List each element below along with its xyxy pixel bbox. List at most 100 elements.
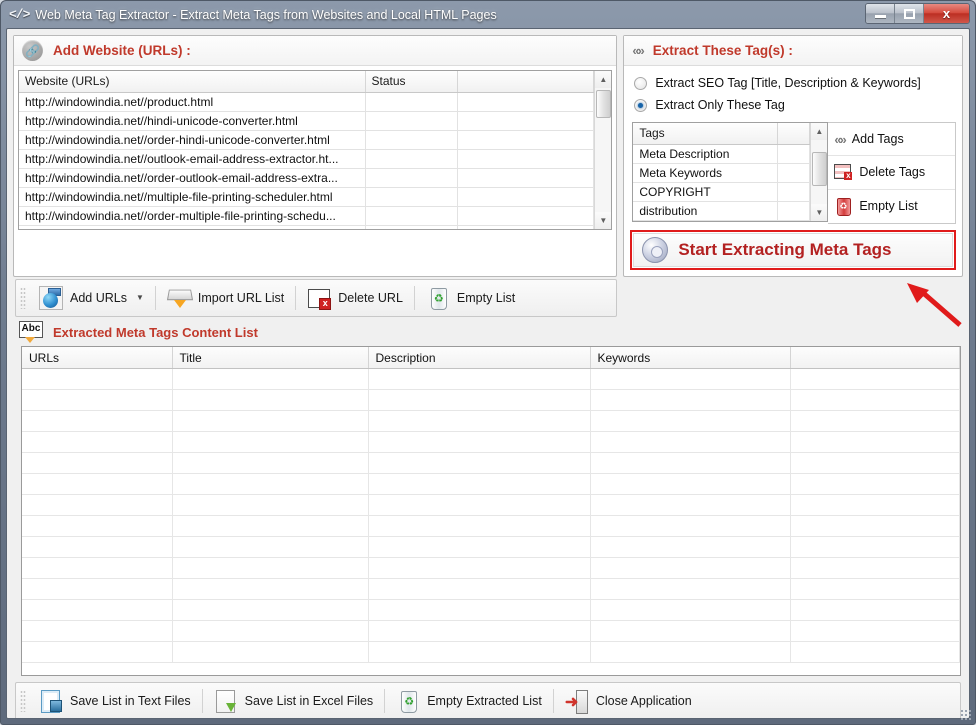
scroll-up-icon[interactable]: ▲ <box>810 123 828 140</box>
save-text-label: Save List in Text Files <box>70 693 191 708</box>
scroll-down-icon[interactable]: ▼ <box>810 204 828 221</box>
table-row[interactable] <box>22 431 960 454</box>
radio-only-these-label: Extract Only These Tag <box>655 98 785 112</box>
delete-url-label: Delete URL <box>338 290 403 305</box>
delete-tags-button[interactable]: Delete Tags <box>828 156 955 190</box>
tags-grid[interactable]: Tags Meta Description Meta Keywords COPY… <box>632 122 829 222</box>
bottom-toolbar: Save List in Text Files Save List in Exc… <box>15 681 961 718</box>
empty-list-icon <box>834 197 852 217</box>
column-header-tags-blank[interactable] <box>777 123 811 145</box>
cell-keywords <box>590 410 791 433</box>
scrollbar-thumb[interactable] <box>811 152 827 186</box>
table-row[interactable]: http://windowindia.net//product.html <box>19 92 595 112</box>
table-row[interactable]: distribution <box>633 201 811 221</box>
table-row[interactable]: http://windowindia.net//hindi-unicode-co… <box>19 111 595 131</box>
table-row[interactable]: http://windowindia.net//order-outlook-em… <box>19 168 595 188</box>
column-header-website[interactable]: Website (URLs) <box>19 71 366 93</box>
column-header-blank[interactable] <box>457 71 595 93</box>
column-header-keywords[interactable]: Keywords <box>590 346 791 370</box>
application-window: </> Web Meta Tag Extractor - Extract Met… <box>0 0 976 725</box>
toolbar-grip[interactable] <box>20 689 26 712</box>
table-row[interactable] <box>22 410 960 433</box>
cell-urls <box>22 557 173 580</box>
cell-status <box>365 168 458 188</box>
table-row[interactable] <box>22 515 960 538</box>
scrollbar-thumb[interactable] <box>595 90 611 118</box>
add-urls-button[interactable]: Add URLs ▼ <box>30 282 153 314</box>
empty-tags-list-button[interactable]: Empty List <box>828 190 955 223</box>
table-row[interactable]: http://windowindia.net//multiple-file-pr… <box>19 187 595 207</box>
table-row[interactable]: Meta Description <box>633 144 811 164</box>
cell-description <box>368 536 591 559</box>
scroll-up-icon[interactable]: ▲ <box>594 71 612 88</box>
cell-description <box>368 410 591 433</box>
add-website-header: 🔗 Add Website (URLs) : <box>14 36 617 66</box>
table-row[interactable] <box>22 389 960 412</box>
table-row[interactable] <box>22 473 960 496</box>
table-row[interactable] <box>22 452 960 475</box>
table-row[interactable] <box>22 599 960 622</box>
cell-title <box>172 494 369 517</box>
cell-keywords <box>590 452 791 475</box>
table-row[interactable] <box>22 536 960 559</box>
table-row[interactable]: COPYRIGHT <box>633 182 811 202</box>
extracted-grid[interactable]: URLs Title Description Keywords <box>21 345 961 676</box>
table-row[interactable]: http://windowindia.net//order-multiple-f… <box>19 206 595 226</box>
url-grid-scrollbar[interactable]: ▲ ▼ <box>594 71 612 229</box>
title-bar[interactable]: </> Web Meta Tag Extractor - Extract Met… <box>1 1 975 28</box>
cell-urls <box>22 410 173 433</box>
table-row[interactable] <box>22 494 960 517</box>
extract-tags-header: «» Extract These Tag(s) : <box>624 36 962 66</box>
radio-extract-seo[interactable]: Extract SEO Tag [Title, Description & Ke… <box>634 72 954 94</box>
resize-grip[interactable] <box>960 709 972 721</box>
radio-seo-indicator[interactable] <box>634 76 648 90</box>
empty-extracted-label: Empty Extracted List <box>427 693 542 708</box>
table-row[interactable]: Meta Keywords <box>633 163 811 183</box>
column-header-status[interactable]: Status <box>365 71 458 93</box>
cell-keywords <box>590 431 791 454</box>
tags-scrollbar[interactable]: ▲ ▼ <box>810 123 828 221</box>
table-row[interactable] <box>22 641 960 664</box>
table-row[interactable] <box>22 368 960 391</box>
radio-extract-only-these[interactable]: Extract Only These Tag <box>634 94 954 116</box>
scroll-down-icon[interactable]: ▼ <box>594 212 612 229</box>
table-row[interactable]: http://windowindia.net//outlook-email-ad… <box>19 149 595 169</box>
add-urls-label: Add URLs <box>70 290 127 305</box>
column-header-blank[interactable] <box>790 346 960 370</box>
table-row[interactable]: http://windowindia.net//order-hindi-unic… <box>19 130 595 150</box>
client-area: 🔗 Add Website (URLs) : Website (URLs) St… <box>6 28 970 719</box>
minimize-button[interactable] <box>866 4 895 23</box>
url-table-body: http://windowindia.net//product.html htt… <box>19 92 595 229</box>
maximize-button[interactable] <box>895 4 924 23</box>
add-tags-button[interactable]: «» Add Tags <box>828 123 955 157</box>
table-row[interactable] <box>22 578 960 601</box>
column-header-urls[interactable]: URLs <box>22 346 173 370</box>
import-url-list-button[interactable]: Import URL List <box>158 282 293 314</box>
close-button[interactable]: x <box>924 4 969 23</box>
radio-only-these-indicator[interactable] <box>634 98 648 112</box>
start-extracting-button[interactable]: Start Extracting Meta Tags <box>633 232 953 267</box>
table-row[interactable]: http://windowindia.net//pdf-find-and-rep… <box>19 225 595 229</box>
cell-description <box>368 368 591 391</box>
close-application-button[interactable]: Close Application <box>556 685 701 717</box>
cell-urls <box>22 452 173 475</box>
cell-title <box>172 368 369 391</box>
column-header-description[interactable]: Description <box>368 346 591 370</box>
empty-url-list-button[interactable]: Empty List <box>417 282 524 314</box>
column-header-title[interactable]: Title <box>172 346 369 370</box>
maximize-icon <box>903 8 915 19</box>
cell-status <box>365 92 458 112</box>
save-list-text-button[interactable]: Save List in Text Files <box>30 685 200 717</box>
cell-keywords <box>590 536 791 559</box>
url-grid[interactable]: Website (URLs) Status http://windowindia… <box>18 70 613 230</box>
chevron-down-icon[interactable]: ▼ <box>136 293 144 302</box>
empty-extracted-list-button[interactable]: Empty Extracted List <box>387 685 551 717</box>
toolbar-grip[interactable] <box>20 286 26 309</box>
save-list-excel-button[interactable]: Save List in Excel Files <box>205 685 383 717</box>
cell-blank <box>790 557 960 580</box>
delete-url-button[interactable]: Delete URL <box>298 282 412 314</box>
table-row[interactable] <box>22 620 960 643</box>
tags-table-body: Meta Description Meta Keywords COPYRIGHT… <box>633 144 811 221</box>
column-header-tags[interactable]: Tags <box>633 123 778 145</box>
table-row[interactable] <box>22 557 960 580</box>
